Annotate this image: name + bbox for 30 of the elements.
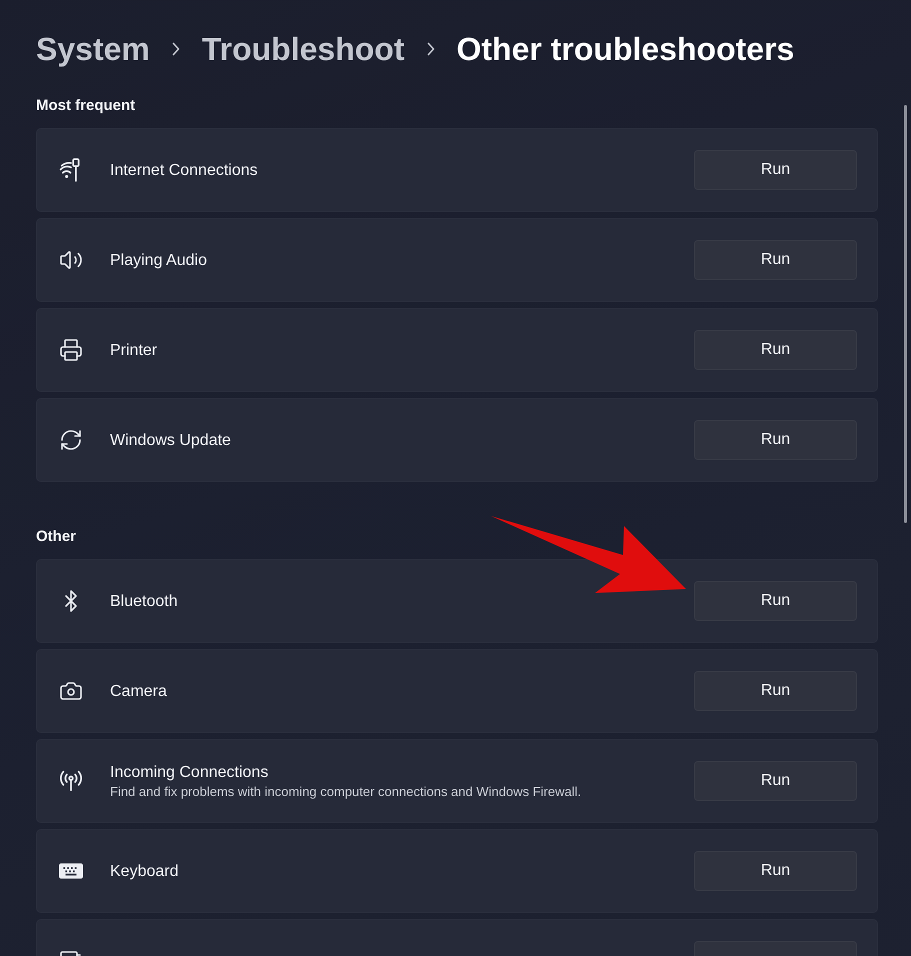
printer-icon — [59, 338, 83, 362]
troubleshooter-description: Find and fix problems with incoming computer connections and Windows Firewall. — [110, 782, 582, 800]
camera-icon — [59, 679, 83, 703]
chevron-icon — [426, 42, 434, 56]
run-button[interactable]: Run — [694, 581, 857, 621]
chevron-icon — [172, 42, 180, 56]
antenna-icon — [59, 769, 83, 793]
page-title: Other troubleshooters — [456, 30, 794, 69]
troubleshooter-title: Incoming Connections — [110, 762, 268, 782]
troubleshooter-title: Internet Connections — [110, 160, 258, 180]
run-button[interactable]: Run — [694, 240, 857, 280]
sync-arrows-icon — [59, 428, 83, 452]
troubleshooter-title: Windows Update — [110, 430, 231, 450]
run-button[interactable]: Run — [694, 420, 857, 460]
run-button[interactable]: Run — [694, 330, 857, 370]
troubleshooter-title: Keyboard — [110, 862, 178, 882]
run-button[interactable]: Run — [694, 671, 857, 711]
run-button[interactable]: Run — [694, 851, 857, 891]
section-heading: Other — [36, 527, 78, 547]
run-button[interactable]: Run — [694, 150, 857, 190]
troubleshooter-title: Camera — [110, 682, 167, 702]
troubleshooter-title: Printer — [110, 340, 158, 360]
speaker-icon — [59, 248, 83, 272]
section-heading: Most frequent — [36, 96, 136, 116]
breadcrumb-link[interactable]: Troubleshoot — [202, 24, 404, 74]
scrollbar-thumb[interactable] — [904, 105, 907, 523]
troubleshooter-title: Bluetooth — [110, 592, 178, 612]
breadcrumb-link[interactable]: System — [36, 24, 150, 74]
run-button[interactable]: Run — [694, 761, 857, 801]
troubleshooter-title: Playing Audio — [110, 250, 207, 270]
